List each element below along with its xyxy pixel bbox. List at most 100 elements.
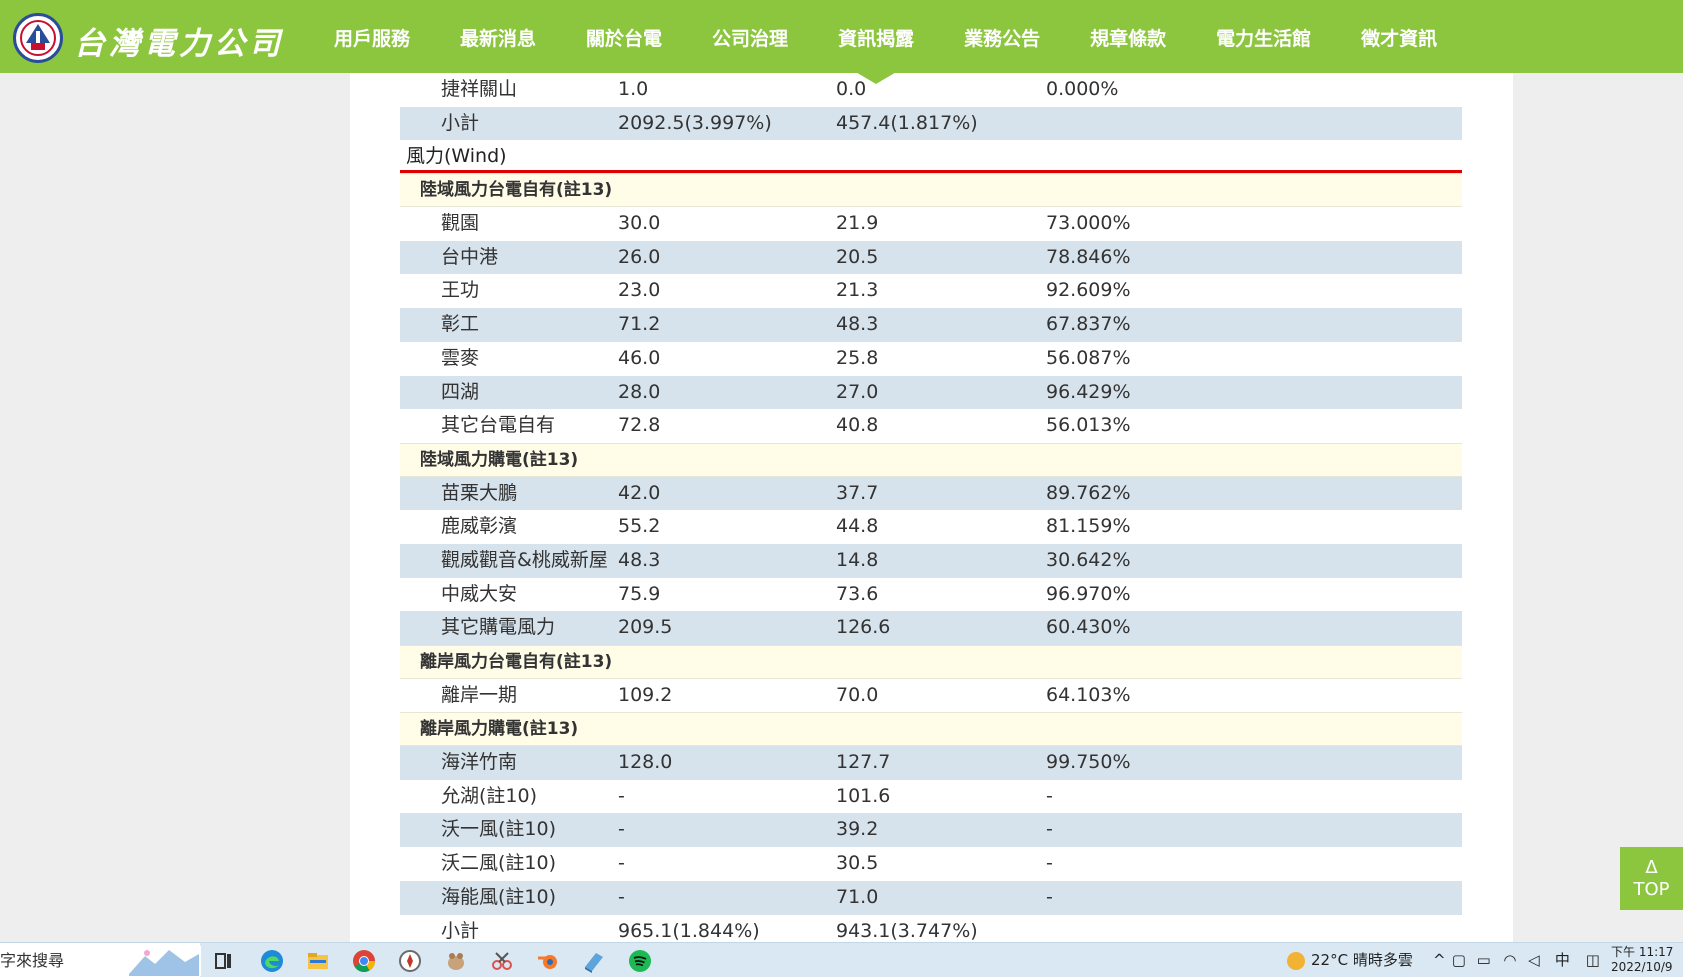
cell-capacity: 55.2 bbox=[618, 515, 661, 538]
cell-ratio: 64.103% bbox=[1046, 683, 1131, 706]
cell-capacity: - bbox=[618, 818, 625, 841]
cell-generation: 40.8 bbox=[836, 414, 879, 437]
cell-generation: 127.7 bbox=[836, 751, 891, 774]
edge-icon[interactable] bbox=[260, 949, 284, 973]
cell-generation: 21.9 bbox=[836, 212, 879, 235]
cell-capacity: - bbox=[618, 852, 625, 875]
volume-icon[interactable]: ◁ bbox=[1528, 943, 1550, 977]
cell-name: 四湖 bbox=[441, 380, 480, 403]
section-title: 離岸風力台電自有(註13) bbox=[420, 652, 613, 672]
cell-capacity: 48.3 bbox=[618, 548, 661, 571]
cell-capacity: 128.0 bbox=[618, 751, 673, 774]
cell-ratio: 96.970% bbox=[1046, 582, 1131, 605]
cell-name: 小計 bbox=[441, 111, 480, 134]
cell-generation: 73.6 bbox=[836, 582, 879, 605]
cell-generation: 25.8 bbox=[836, 346, 879, 369]
battery-icon[interactable]: ▭ bbox=[1477, 943, 1499, 977]
cell-name: 中威大安 bbox=[441, 582, 518, 605]
table-row: 海洋竹南 128.0 127.7 99.750% bbox=[400, 746, 1462, 780]
cell-ratio: 96.429% bbox=[1046, 380, 1131, 403]
cell-ratio: 56.013% bbox=[1046, 414, 1131, 437]
app-compass-icon[interactable] bbox=[398, 949, 422, 973]
nav-living-hall[interactable]: 電力生活館 bbox=[1191, 0, 1336, 73]
clock-date: 2022/10/9 bbox=[1611, 960, 1673, 974]
app-animal-icon[interactable] bbox=[444, 949, 468, 973]
cell-capacity: - bbox=[618, 885, 625, 908]
category-title: 風力(Wind) bbox=[400, 140, 1462, 174]
table-row: 沃二風(註10) - 30.5 - bbox=[400, 847, 1462, 881]
table-row: 鹿威彰濱 55.2 44.8 81.159% bbox=[400, 510, 1462, 544]
cell-ratio: 89.762% bbox=[1046, 481, 1131, 504]
cell-generation: 37.7 bbox=[836, 481, 879, 504]
table-row: 捷祥關山 1.0 0.0 0.000% bbox=[400, 73, 1462, 107]
cell-name: 其它購電風力 bbox=[441, 616, 556, 639]
cell-capacity: 1.0 bbox=[618, 78, 649, 100]
nav-announcements[interactable]: 業務公告 bbox=[939, 0, 1065, 73]
tray-icons: ^ ▢ ▭ ◠ ◁ 中 ◫ bbox=[1433, 943, 1606, 977]
blender-icon[interactable] bbox=[536, 949, 560, 973]
wifi-icon[interactable]: ◠ bbox=[1503, 943, 1523, 977]
back-to-top-button[interactable]: Δ TOP bbox=[1620, 847, 1683, 910]
cell-generation: 70.0 bbox=[836, 683, 879, 706]
table-row: 中威大安 75.9 73.6 96.970% bbox=[400, 578, 1462, 612]
chevron-up-icon[interactable]: ^ bbox=[1433, 943, 1447, 977]
file-explorer-icon[interactable] bbox=[306, 949, 330, 973]
cell-capacity: 109.2 bbox=[618, 683, 673, 706]
table-row: 四湖 28.0 27.0 96.429% bbox=[400, 375, 1462, 410]
ime-indicator[interactable]: 中 bbox=[1555, 943, 1581, 977]
nav-disclosure[interactable]: 資訊揭露 bbox=[813, 0, 939, 84]
cell-capacity: 28.0 bbox=[618, 380, 661, 403]
nav-careers[interactable]: 徵才資訊 bbox=[1336, 0, 1462, 73]
table-row: 其它購電風力 209.5 126.6 60.430% bbox=[400, 611, 1462, 645]
task-view-icon[interactable] bbox=[212, 949, 236, 973]
cell-ratio: 78.846% bbox=[1046, 245, 1131, 268]
logo-text[interactable]: 台灣電力公司 bbox=[74, 18, 284, 63]
table-row: 觀威觀音&桃威新屋 48.3 14.8 30.642% bbox=[400, 543, 1462, 578]
weather-text: 22°C 晴時多雲 bbox=[1311, 951, 1413, 969]
site-header: 台灣電力公司 用戶服務 最新消息 關於台電 公司治理 資訊揭露 業務公告 規章條… bbox=[0, 0, 1683, 84]
app-snip-icon[interactable] bbox=[490, 949, 514, 973]
cell-capacity: 26.0 bbox=[618, 245, 661, 268]
cell-name: 沃一風(註10) bbox=[441, 818, 557, 841]
cell-name: 沃二風(註10) bbox=[441, 852, 557, 875]
section-header: 離岸風力購電(註13) bbox=[400, 712, 1462, 747]
nav-about[interactable]: 關於台電 bbox=[561, 0, 687, 73]
table-row: 海能風(註10) - 71.0 - bbox=[400, 880, 1462, 915]
table-row: 觀園 30.0 21.9 73.000% bbox=[400, 207, 1462, 241]
meet-icon[interactable]: ▢ bbox=[1452, 943, 1472, 977]
cell-generation: 101.6 bbox=[836, 784, 891, 807]
cell-name: 王功 bbox=[441, 279, 480, 302]
cell-ratio: 60.430% bbox=[1046, 616, 1131, 639]
table-row: 台中港 26.0 20.5 78.846% bbox=[400, 240, 1462, 275]
cell-name: 觀威觀音&桃威新屋 bbox=[441, 548, 608, 571]
cell-ratio: 56.087% bbox=[1046, 346, 1131, 369]
cell-generation: 14.8 bbox=[836, 548, 879, 571]
taskbar-clock[interactable]: 下午 11:17 2022/10/9 bbox=[1611, 945, 1673, 975]
chrome-icon[interactable] bbox=[352, 949, 376, 973]
section-header: 陸域風力購電(註13) bbox=[400, 442, 1462, 477]
app-files-icon[interactable] bbox=[582, 949, 606, 973]
cell-generation: 457.4(1.817%) bbox=[836, 111, 978, 134]
generation-table: 捷祥關山 1.0 0.0 0.000% 小計 2092.5(3.997%) 457.4(1.… bbox=[400, 73, 1462, 948]
cell-generation: 44.8 bbox=[836, 515, 879, 538]
cell-ratio: - bbox=[1046, 784, 1053, 807]
cell-ratio: 73.000% bbox=[1046, 212, 1131, 235]
nav-regulations[interactable]: 規章條款 bbox=[1065, 0, 1191, 73]
top-label: TOP bbox=[1633, 879, 1670, 900]
nav-customer-service[interactable]: 用戶服務 bbox=[309, 0, 435, 73]
nav-news[interactable]: 最新消息 bbox=[435, 0, 561, 73]
cell-name: 允湖(註10) bbox=[441, 784, 538, 807]
cell-name: 海洋竹南 bbox=[441, 751, 518, 774]
search-highlight-icon bbox=[125, 946, 201, 976]
taipower-logo-icon[interactable] bbox=[13, 13, 63, 63]
cell-capacity: 23.0 bbox=[618, 279, 661, 302]
input-mode-icon[interactable]: ◫ bbox=[1586, 943, 1606, 977]
table-row: 雲麥 46.0 25.8 56.087% bbox=[400, 342, 1462, 376]
weather-widget[interactable]: 22°C 晴時多雲 bbox=[1287, 943, 1413, 977]
spotify-icon[interactable] bbox=[628, 949, 652, 973]
cell-ratio: 0.000% bbox=[1046, 78, 1119, 100]
nav-governance[interactable]: 公司治理 bbox=[687, 0, 813, 73]
cell-capacity: 42.0 bbox=[618, 481, 661, 504]
cell-capacity: - bbox=[618, 784, 625, 807]
search-placeholder: 字來搜尋 bbox=[0, 951, 65, 970]
